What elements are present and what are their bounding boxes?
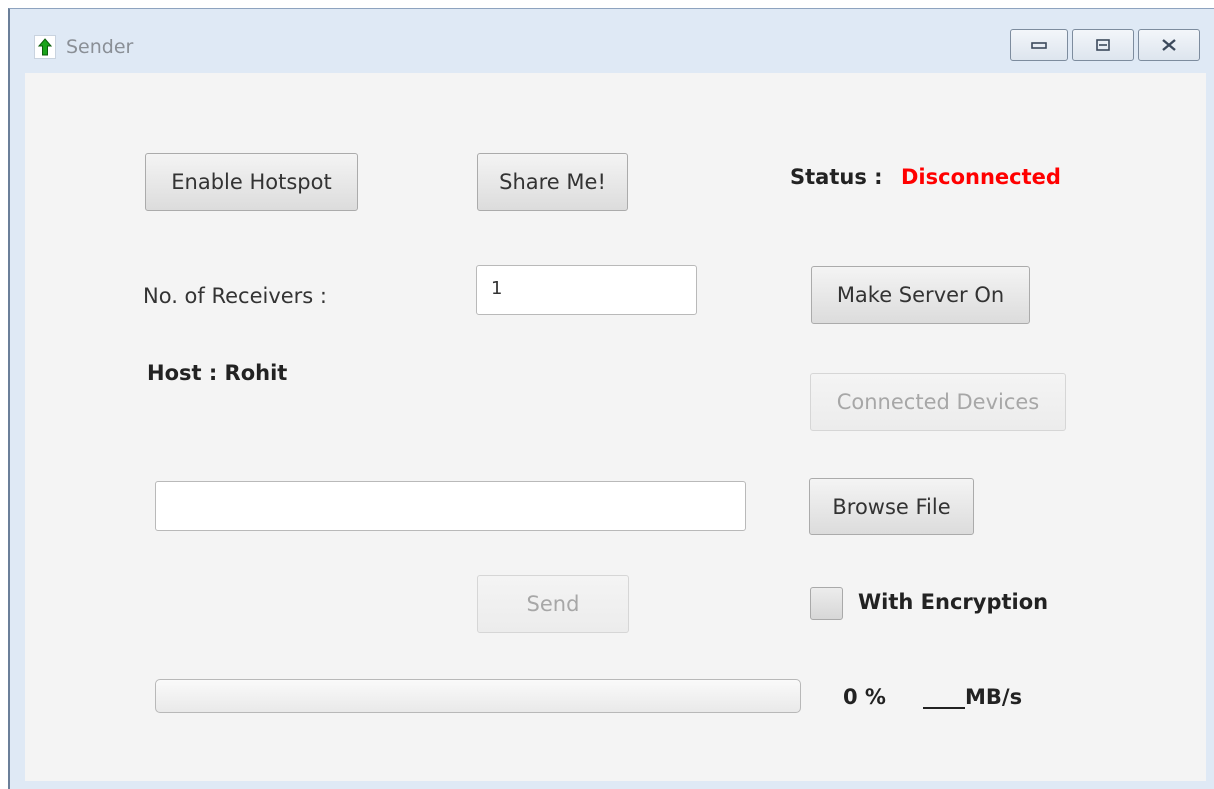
window-title: Sender: [66, 36, 134, 58]
title-bar[interactable]: Sender: [10, 9, 1214, 73]
status-value: Disconnected: [901, 165, 1061, 189]
close-button[interactable]: [1138, 29, 1200, 61]
client-area: Enable Hotspot Share Me! Status : Discon…: [25, 73, 1206, 781]
file-path-input[interactable]: [155, 481, 746, 531]
green-up-arrow-icon: [34, 35, 56, 59]
restore-icon: [1096, 39, 1110, 51]
status-label: Status :: [790, 165, 883, 189]
minimize-icon: [1031, 42, 1047, 49]
progress-percent: 0 %: [843, 685, 886, 709]
transfer-speed: ____MB/s: [923, 685, 1023, 709]
transfer-progress-bar: [155, 679, 801, 713]
close-icon: [1162, 39, 1176, 51]
sender-window: Sender Enable Hotspot Share Me! Status :…: [8, 8, 1214, 789]
receivers-input[interactable]: 1: [476, 265, 697, 315]
send-button[interactable]: Send: [477, 575, 629, 633]
make-server-on-button[interactable]: Make Server On: [811, 266, 1030, 324]
connected-devices-button[interactable]: Connected Devices: [810, 373, 1066, 431]
encryption-checkbox[interactable]: [810, 587, 843, 620]
browse-file-button[interactable]: Browse File: [809, 478, 974, 535]
receivers-label: No. of Receivers :: [143, 284, 327, 308]
enable-hotspot-button[interactable]: Enable Hotspot: [145, 153, 358, 211]
restore-button[interactable]: [1072, 29, 1134, 61]
share-me-button[interactable]: Share Me!: [477, 153, 628, 211]
host-label: Host : Rohit: [147, 361, 288, 385]
encryption-label[interactable]: With Encryption: [858, 590, 1048, 614]
minimize-button[interactable]: [1010, 29, 1068, 61]
